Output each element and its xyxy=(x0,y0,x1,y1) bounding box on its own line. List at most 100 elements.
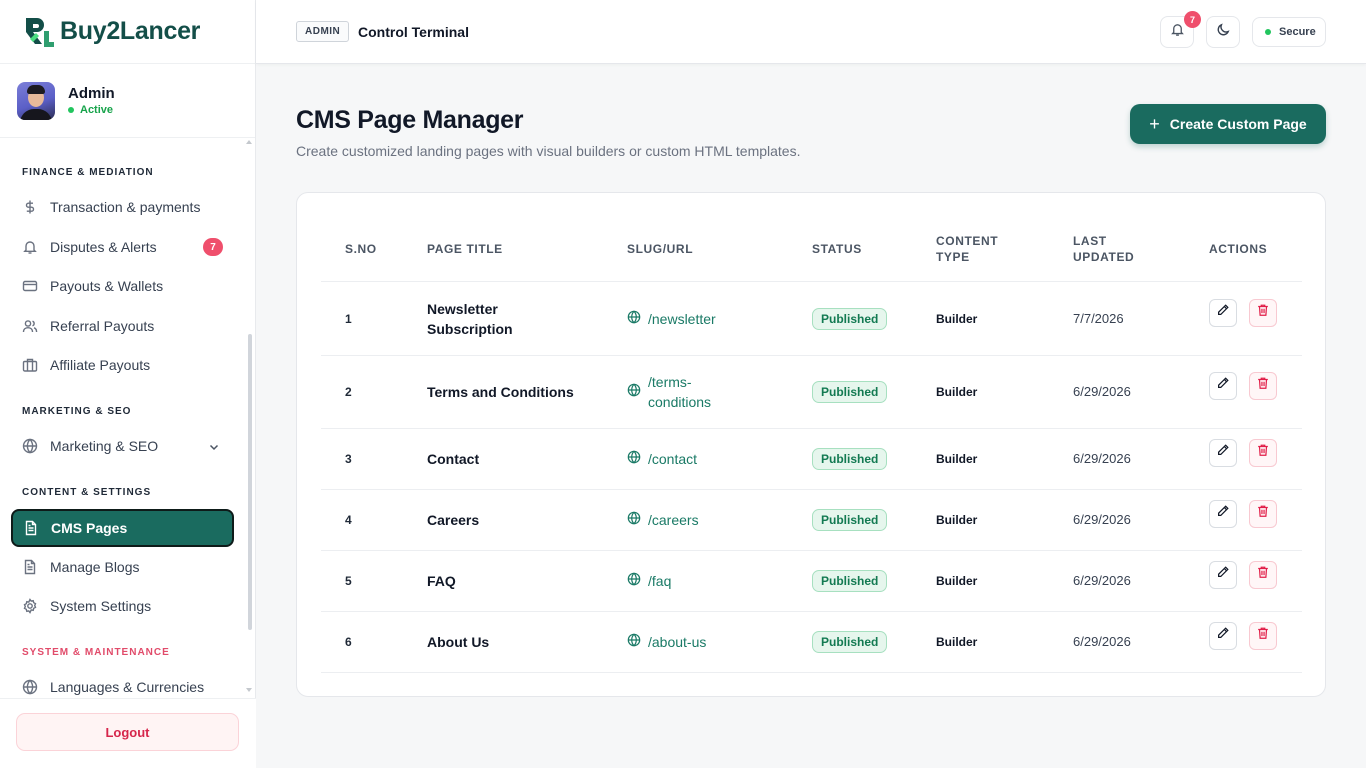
row-status-cell: Published xyxy=(812,355,888,428)
sidebar-item-label: Referral Payouts xyxy=(50,318,155,334)
row-slug-link[interactable]: /faq xyxy=(627,550,797,611)
pencil-icon xyxy=(1216,565,1230,584)
dollar-icon xyxy=(22,199,38,215)
document-icon xyxy=(22,559,38,575)
sidebar-nav: FINANCE & MEDIATION Transaction & paymen… xyxy=(0,138,256,698)
status-badge: Published xyxy=(812,569,888,592)
row-sno: 4 xyxy=(345,512,352,527)
globe-icon xyxy=(627,382,648,402)
delete-button[interactable] xyxy=(1249,621,1277,650)
secure-indicator: Secure xyxy=(1252,17,1326,47)
sidebar-item-referral[interactable]: Referral Payouts xyxy=(12,308,234,344)
sidebar-item-label: Transaction & payments xyxy=(50,199,201,215)
globe-icon xyxy=(627,632,648,652)
bell-icon xyxy=(1170,22,1185,42)
row-slug-link[interactable]: /contact xyxy=(627,428,797,489)
sidebar-item-label: CMS Pages xyxy=(51,520,128,536)
theme-toggle-button[interactable] xyxy=(1206,16,1240,48)
edit-button[interactable] xyxy=(1209,560,1237,589)
row-page-title: Terms and Conditions xyxy=(427,383,574,400)
scroll-down-icon[interactable] xyxy=(246,688,252,692)
edit-button[interactable] xyxy=(1209,438,1237,467)
column-header: STATUS xyxy=(812,242,862,256)
column-header: SLUG/URL xyxy=(627,242,694,256)
chevron-down-icon[interactable] xyxy=(208,440,220,456)
notifications-button[interactable]: 7 xyxy=(1160,11,1201,48)
logout-area: Logout xyxy=(0,698,256,768)
sidebar-item-label: Payouts & Wallets xyxy=(50,278,164,294)
user-profile[interactable]: Admin Active xyxy=(0,64,255,138)
sidebar-item-marketing-seo[interactable]: Marketing & SEO xyxy=(12,428,234,464)
sidebar-item-payouts-wallets[interactable]: Payouts & Wallets xyxy=(12,268,234,304)
page-title: CMS Page Manager xyxy=(296,106,524,134)
trash-icon xyxy=(1256,504,1270,523)
sidebar-scrollbar[interactable] xyxy=(248,334,252,630)
edit-button[interactable] xyxy=(1209,371,1237,400)
row-slug-link[interactable]: /about-us xyxy=(627,611,797,672)
row-slug-link[interactable]: /newsletter xyxy=(627,282,797,355)
row-last-updated: 6/29/2026 xyxy=(1073,384,1131,399)
row-page-title: FAQ xyxy=(427,572,456,589)
users-icon xyxy=(22,318,38,334)
avatar xyxy=(17,81,55,120)
status-badge: Published xyxy=(812,380,888,403)
row-content-type: Builder xyxy=(936,634,978,649)
sidebar-item-affiliate[interactable]: Affiliate Payouts xyxy=(12,347,234,383)
row-status-cell: Published xyxy=(812,550,888,611)
delete-button[interactable] xyxy=(1249,560,1277,589)
row-last-updated: 6/29/2026 xyxy=(1073,634,1131,649)
logo[interactable]: Buy2Lancer xyxy=(0,0,255,64)
row-slug-text: /newsletter xyxy=(648,310,716,327)
admin-tag: ADMIN xyxy=(296,21,350,42)
row-slug-text: /terms-conditions xyxy=(648,373,712,410)
trash-icon xyxy=(1256,376,1270,395)
status-dot-icon xyxy=(1265,29,1271,35)
sidebar-item-label: System Settings xyxy=(50,598,152,614)
row-status-cell: Published xyxy=(812,489,888,550)
edit-button[interactable] xyxy=(1209,621,1237,650)
row-status-cell: Published xyxy=(812,428,888,489)
row-slug-link[interactable]: /careers xyxy=(627,489,797,550)
status-dot-icon xyxy=(68,107,74,113)
plus-icon: + xyxy=(1149,113,1160,134)
sidebar-item-system-settings[interactable]: System Settings xyxy=(12,588,234,624)
row-last-updated: 7/7/2026 xyxy=(1073,311,1124,326)
sidebar-item-manage-blogs[interactable]: Manage Blogs xyxy=(12,549,234,585)
delete-button[interactable] xyxy=(1249,499,1277,528)
row-page-title: Newsletter Subscription xyxy=(427,300,513,337)
pencil-icon xyxy=(1216,303,1230,322)
column-header: ACTIONS xyxy=(1209,242,1268,256)
row-content-type: Builder xyxy=(936,451,978,466)
sidebar-item-transactions[interactable]: Transaction & payments xyxy=(12,189,234,225)
pencil-icon xyxy=(1216,376,1230,395)
scroll-up-icon[interactable] xyxy=(246,140,252,144)
edit-button[interactable] xyxy=(1209,298,1237,327)
sidebar-item-disputes[interactable]: Disputes & Alerts 7 xyxy=(12,229,234,265)
section-content: CONTENT & SETTINGS xyxy=(22,487,152,498)
row-slug-text: /careers xyxy=(648,511,699,528)
row-slug-link[interactable]: /terms-conditions xyxy=(627,355,722,428)
create-custom-page-button[interactable]: + Create Custom Page xyxy=(1130,104,1326,144)
secure-label: Secure xyxy=(1279,26,1316,38)
column-header: LAST UPDATED xyxy=(1073,234,1135,264)
delete-button[interactable] xyxy=(1249,438,1277,467)
sidebar: Buy2Lancer Admin Active FINANCE & MEDIAT… xyxy=(0,0,256,768)
globe-icon xyxy=(627,510,648,530)
bell-icon xyxy=(22,239,38,255)
section-system: SYSTEM & MAINTENANCE xyxy=(22,647,170,658)
edit-button[interactable] xyxy=(1209,499,1237,528)
row-page-title: Contact xyxy=(427,450,480,467)
delete-button[interactable] xyxy=(1249,298,1277,327)
row-content-type: Builder xyxy=(936,384,978,399)
pencil-icon xyxy=(1216,626,1230,645)
row-sno: 3 xyxy=(345,451,352,466)
globe-icon xyxy=(627,309,648,329)
trash-icon xyxy=(1256,443,1270,462)
sidebar-item-cms-pages[interactable]: CMS Pages xyxy=(11,509,234,547)
sidebar-item-label: Disputes & Alerts xyxy=(50,239,157,255)
sidebar-item-languages[interactable]: Languages & Currencies xyxy=(12,669,234,698)
delete-button[interactable] xyxy=(1249,371,1277,400)
logout-button[interactable]: Logout xyxy=(16,713,239,751)
row-sno: 2 xyxy=(345,384,352,399)
status-badge: Published xyxy=(812,447,888,470)
